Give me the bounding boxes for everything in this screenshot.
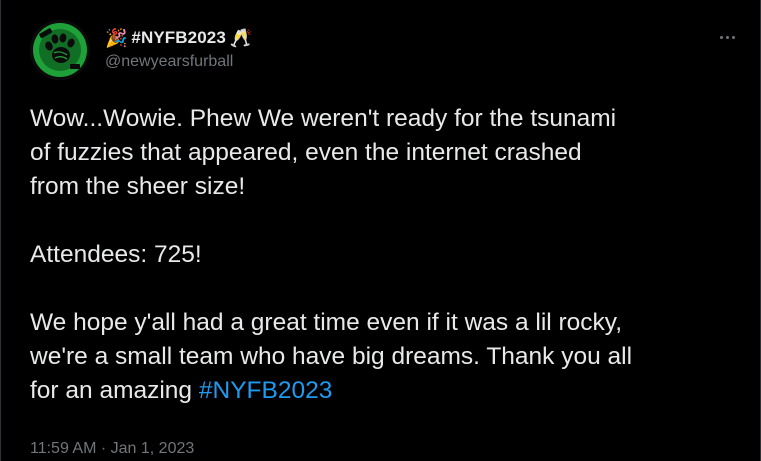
- tweet-line-prefix: for an amazing: [30, 377, 199, 404]
- clinking-glasses-icon: 🥂: [229, 28, 253, 48]
- more-dot-icon: [719, 35, 723, 39]
- tweet-line: of fuzzies that appeared, even the inter…: [30, 139, 582, 166]
- author-name-row[interactable]: 🎉 #NYFB2023 🥂: [105, 26, 252, 50]
- tweet-line: from the sheer size!: [30, 173, 246, 200]
- tweet-text: Wow...Wowie. Phew We weren't ready for t…: [30, 102, 740, 408]
- tweet-line: for an amazing #NYFB2023: [30, 374, 740, 408]
- tweet-line: We hope y'all had a great time even if i…: [30, 309, 623, 336]
- party-popper-icon: 🎉: [105, 28, 128, 48]
- author-display-name[interactable]: #NYFB2023: [131, 28, 225, 48]
- tweet-line: we're a small team who have big dreams. …: [30, 343, 633, 370]
- meta-separator: ·: [96, 440, 111, 457]
- tweet-line: Wow...Wowie. Phew We weren't ready for t…: [30, 105, 617, 132]
- more-dot-icon: [731, 35, 735, 39]
- tweet-timestamp: 11:59 AM · Jan 1, 2023: [30, 440, 194, 458]
- avatar[interactable]: [30, 20, 90, 80]
- more-dot-icon: [725, 35, 729, 39]
- tweet-date-link[interactable]: Jan 1, 2023: [111, 440, 195, 457]
- tweet-header: 🎉 #NYFB2023 🥂 @newyearsfurball: [105, 26, 252, 71]
- author-handle[interactable]: @newyearsfurball: [105, 53, 252, 71]
- more-options-button[interactable]: [716, 26, 738, 48]
- tweet-attendees: Attendees: 725!: [30, 241, 202, 268]
- hashtag-link[interactable]: #NYFB2023: [199, 377, 332, 404]
- tweet-card: 🎉 #NYFB2023 🥂 @newyearsfurball Wow...Wow…: [0, 0, 761, 461]
- tweet-time-link[interactable]: 11:59 AM: [30, 440, 96, 457]
- paw-logo-icon: [30, 20, 90, 80]
